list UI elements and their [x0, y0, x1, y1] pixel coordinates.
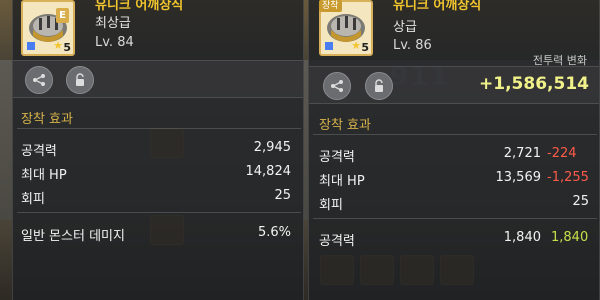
- stat-diff: -224: [547, 146, 577, 161]
- stat-value: 14,824: [245, 164, 292, 179]
- share-icon: [33, 74, 45, 86]
- section-title: 장착 효과: [21, 112, 73, 127]
- stat-label: 공격력: [319, 150, 355, 165]
- star-icon: ★: [351, 39, 361, 52]
- item-tooltip-compare: ★ 5 장착 유니크 어깨장식 상급 Lv. 86 전투력 변화 +1,586,…: [308, 0, 600, 300]
- stat-value: 2,721: [503, 146, 541, 161]
- star-count: 5: [361, 41, 369, 54]
- stat-label: 공격력: [319, 234, 355, 249]
- stat-diff: -1,255: [547, 170, 589, 185]
- item-icon-frame: E ★ 5: [21, 0, 75, 56]
- divider: [313, 218, 597, 219]
- stat-value: 13,569: [495, 170, 542, 185]
- share-button[interactable]: [25, 66, 53, 94]
- stat-value: 25: [274, 188, 291, 203]
- divider: [17, 212, 301, 213]
- star-icon: ★: [53, 39, 63, 52]
- stat-label: 회피: [21, 192, 45, 207]
- item-level: Lv. 86: [393, 38, 432, 53]
- divider: [17, 128, 301, 129]
- stat-label: 최대 HP: [21, 168, 67, 183]
- item-name: 유니크 어깨장식: [393, 0, 482, 13]
- share-button[interactable]: [323, 72, 351, 100]
- action-button-row: [13, 60, 303, 98]
- stat-value: 1,840: [503, 230, 541, 245]
- lock-icon: [375, 79, 383, 92]
- lock-icon: [76, 73, 84, 86]
- item-grade: 최상급: [95, 16, 131, 31]
- equipped-badge: 장착: [319, 0, 342, 12]
- item-tooltip-current: E ★ 5 유니크 어깨장식 최상급 Lv. 84 장착 효과 공격력 2,94…: [12, 0, 304, 300]
- section-title: 장착 효과: [319, 118, 371, 133]
- stat-label: 최대 HP: [319, 174, 365, 189]
- item-type-marker: [325, 42, 333, 50]
- stat-value: 25: [572, 194, 589, 209]
- stat-diff: 1,840: [551, 230, 589, 245]
- lock-button[interactable]: [66, 66, 94, 94]
- stat-value: 5.6%: [257, 225, 291, 240]
- star-count: 5: [63, 41, 71, 54]
- lock-button[interactable]: [365, 72, 393, 100]
- item-grade-letter: E: [56, 8, 69, 23]
- item-grade: 상급: [393, 20, 417, 35]
- combat-power-value: +1,586,514: [479, 74, 589, 94]
- divider: [313, 134, 597, 135]
- item-level: Lv. 84: [95, 35, 134, 50]
- stat-value: 2,945: [253, 140, 291, 155]
- stat-label: 일반 몬스터 데미지: [21, 229, 125, 244]
- item-type-marker: [27, 42, 35, 50]
- stat-label: 공격력: [21, 144, 57, 159]
- stat-label: 회피: [319, 198, 343, 213]
- share-icon: [331, 80, 343, 92]
